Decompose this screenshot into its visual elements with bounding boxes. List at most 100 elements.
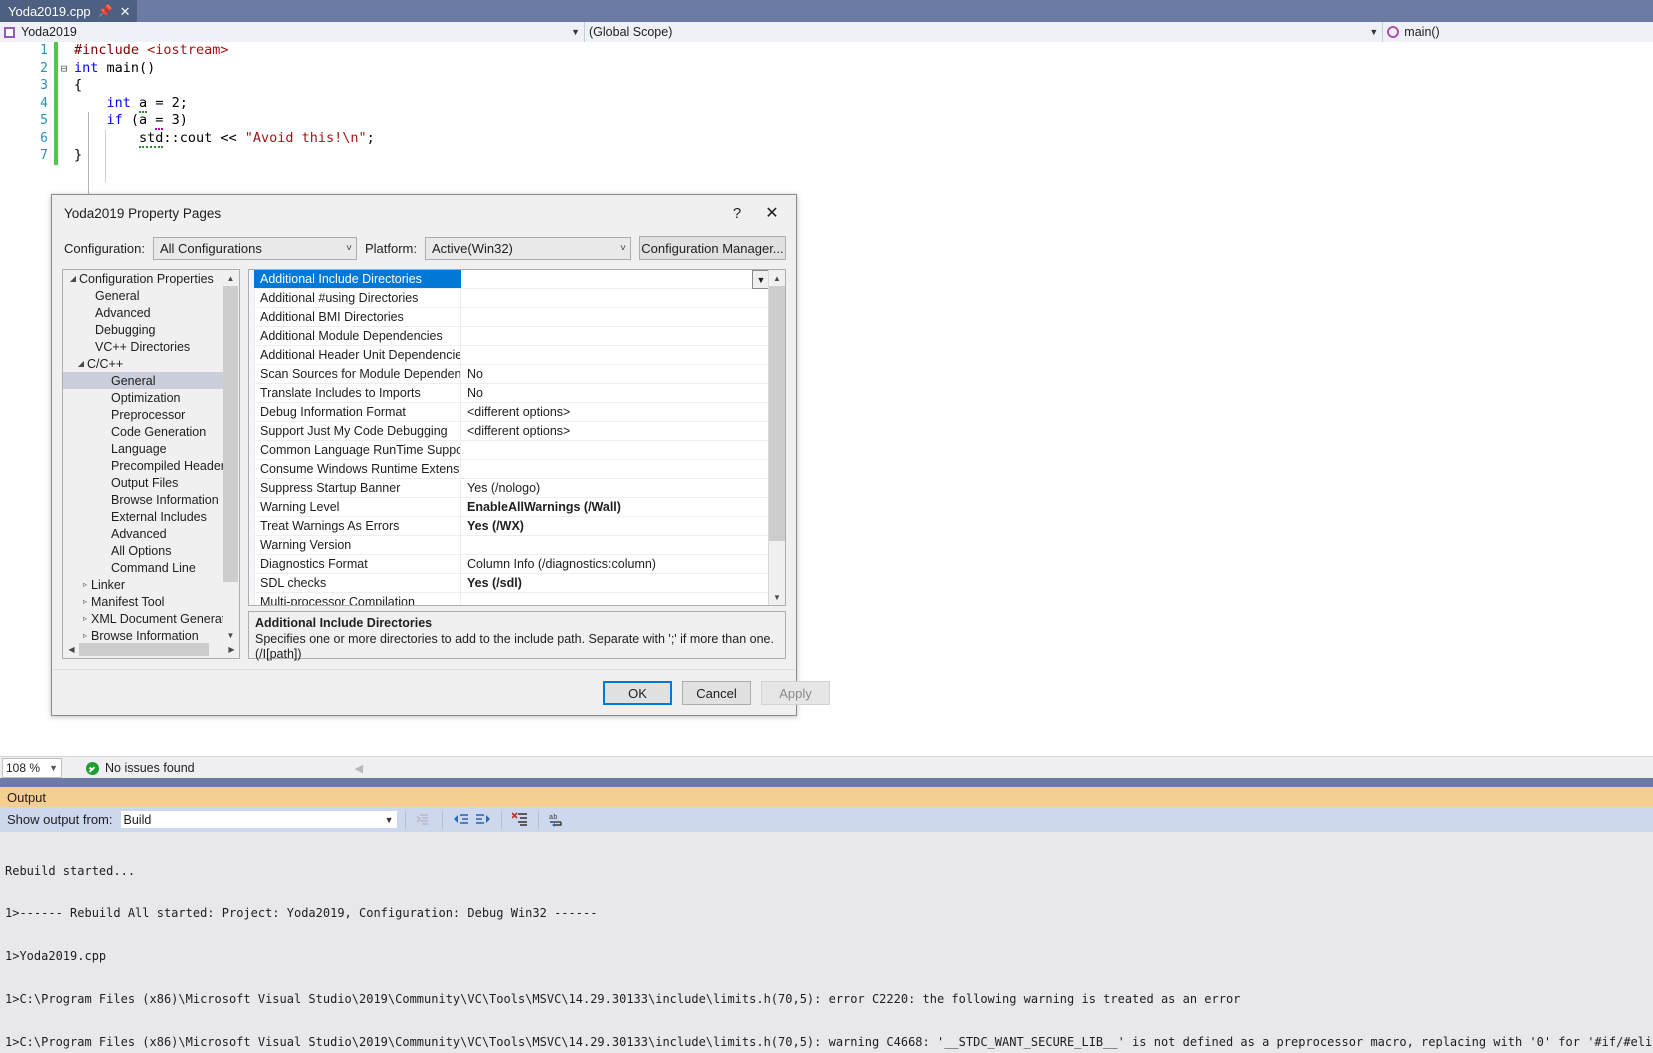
tree-item-language[interactable]: Language bbox=[63, 440, 223, 457]
question-mark-icon[interactable]: ? bbox=[722, 198, 752, 228]
property-value[interactable]: Yes (/sdl) bbox=[461, 574, 770, 592]
scrollbar-thumb[interactable] bbox=[79, 643, 209, 656]
property-value[interactable] bbox=[461, 460, 770, 478]
tree-item-c-cpp-general[interactable]: General bbox=[63, 372, 223, 389]
toggle-word-wrap-icon[interactable]: ab bbox=[546, 810, 568, 830]
property-row[interactable]: Scan Sources for Module DependenciesNo bbox=[254, 365, 770, 384]
tree-item-output-files[interactable]: Output Files bbox=[63, 474, 223, 491]
property-row[interactable]: Treat Warnings As Errors Yes (/WX) bbox=[254, 517, 770, 536]
tree-item-general[interactable]: General bbox=[63, 287, 223, 304]
property-row[interactable]: Additional Include Directories ▼ bbox=[254, 270, 770, 289]
property-row[interactable]: Warning Level EnableAllWarnings (/Wall) bbox=[254, 498, 770, 517]
tree-item-cpp-advanced[interactable]: Advanced bbox=[63, 525, 223, 542]
member-selector[interactable]: main() bbox=[1383, 22, 1653, 42]
property-value[interactable] bbox=[461, 593, 770, 605]
property-value[interactable]: <different options> bbox=[461, 422, 770, 440]
tree-item-vcpp-directories[interactable]: VC++ Directories bbox=[63, 338, 223, 355]
go-to-next-message-icon[interactable] bbox=[472, 810, 494, 830]
property-value[interactable]: EnableAllWarnings (/Wall) bbox=[461, 498, 770, 516]
scroll-up-icon[interactable]: ▲ bbox=[769, 270, 785, 286]
property-value[interactable] bbox=[461, 346, 770, 364]
property-row[interactable]: Common Language RunTime Support bbox=[254, 441, 770, 460]
project-selector[interactable]: Yoda2019 ▼ bbox=[0, 22, 585, 42]
go-to-previous-message-icon[interactable] bbox=[450, 810, 472, 830]
expander-icon[interactable]: ◢ bbox=[67, 274, 79, 283]
tree-item-debugging[interactable]: Debugging bbox=[63, 321, 223, 338]
expander-icon[interactable]: ▹ bbox=[79, 614, 91, 623]
zoom-level-selector[interactable]: 108 % ▼ bbox=[2, 758, 62, 778]
dialog-title-bar[interactable]: Yoda2019 Property Pages ? ✕ bbox=[52, 195, 796, 231]
property-row[interactable]: Diagnostics Format Column Info (/diagnost… bbox=[254, 555, 770, 574]
configuration-manager-button[interactable]: Configuration Manager... bbox=[638, 236, 786, 260]
tree-item-xml-document-generator[interactable]: ▹ XML Document Generator bbox=[63, 610, 223, 627]
property-row[interactable]: Warning Version bbox=[254, 536, 770, 555]
property-row[interactable]: Additional #using Directories bbox=[254, 289, 770, 308]
property-grid[interactable]: Additional Include Directories ▼ Additio… bbox=[254, 270, 770, 605]
property-tree-panel[interactable]: ◢ Configuration Properties General Advanc… bbox=[62, 269, 240, 659]
close-icon[interactable]: ✕ bbox=[752, 198, 792, 228]
tree-item-c-cpp[interactable]: ◢ C/C++ bbox=[63, 355, 223, 372]
property-row[interactable]: Additional Module Dependencies bbox=[254, 327, 770, 346]
property-tree[interactable]: ◢ Configuration Properties General Advanc… bbox=[63, 270, 223, 644]
close-icon[interactable]: ✕ bbox=[120, 5, 131, 18]
property-grid-panel[interactable]: Additional Include Directories ▼ Additio… bbox=[248, 269, 786, 606]
fold-marker[interactable]: ⊟ bbox=[58, 60, 70, 78]
property-row[interactable]: SDL checks Yes (/sdl) bbox=[254, 574, 770, 593]
property-value[interactable] bbox=[461, 327, 770, 345]
property-value[interactable]: Yes (/nologo) bbox=[461, 479, 770, 497]
tree-item-linker[interactable]: ▹ Linker bbox=[63, 576, 223, 593]
property-value[interactable] bbox=[461, 536, 770, 554]
property-value[interactable] bbox=[461, 308, 770, 326]
tree-item-precompiled-headers[interactable]: Precompiled Headers bbox=[63, 457, 223, 474]
tree-item-configuration-properties[interactable]: ◢ Configuration Properties bbox=[63, 270, 223, 287]
tree-item-optimization[interactable]: Optimization bbox=[63, 389, 223, 406]
pin-icon[interactable]: 📌 bbox=[98, 5, 113, 17]
scroll-up-icon[interactable]: ▲ bbox=[223, 271, 238, 286]
tree-item-manifest-tool[interactable]: ▹ Manifest Tool bbox=[63, 593, 223, 610]
tree-item-all-options[interactable]: All Options bbox=[63, 542, 223, 559]
tree-item-preprocessor[interactable]: Preprocessor bbox=[63, 406, 223, 423]
property-value[interactable] bbox=[461, 270, 770, 288]
tree-horizontal-scrollbar[interactable]: ◀ ▶ bbox=[64, 642, 239, 657]
property-row[interactable]: Consume Windows Runtime Extension bbox=[254, 460, 770, 479]
expander-icon[interactable]: ▹ bbox=[79, 631, 91, 640]
property-row[interactable]: Additional BMI Directories bbox=[254, 308, 770, 327]
property-row[interactable]: Additional Header Unit Dependencies bbox=[254, 346, 770, 365]
property-row[interactable]: Debug Information Format <different optio… bbox=[254, 403, 770, 422]
grid-vertical-scrollbar[interactable]: ▲ ▼ bbox=[768, 270, 785, 605]
issues-indicator[interactable]: No issues found bbox=[86, 761, 195, 775]
property-value[interactable] bbox=[461, 289, 770, 307]
property-value[interactable]: Column Info (/diagnostics:column) bbox=[461, 555, 770, 573]
clear-all-icon[interactable] bbox=[509, 810, 531, 830]
tree-vertical-scrollbar[interactable]: ▲ ▼ bbox=[223, 271, 238, 643]
scrollbar-thumb[interactable] bbox=[769, 286, 785, 541]
platform-select[interactable]: Active(Win32) ˅ bbox=[424, 236, 631, 260]
show-output-from-select[interactable]: Build ▼ bbox=[119, 810, 398, 829]
scroll-right-icon[interactable]: ▶ bbox=[224, 645, 239, 654]
find-message-icon[interactable] bbox=[413, 810, 435, 830]
output-log[interactable]: Rebuild started... 1>------ Rebuild All … bbox=[0, 832, 1653, 1053]
tree-item-code-generation[interactable]: Code Generation bbox=[63, 423, 223, 440]
expander-icon[interactable]: ▹ bbox=[79, 580, 91, 589]
expander-icon[interactable]: ▹ bbox=[79, 597, 91, 606]
collapse-left-icon[interactable]: ◀ bbox=[355, 762, 363, 775]
property-value[interactable]: <different options> bbox=[461, 403, 770, 421]
tree-item-external-includes[interactable]: External Includes bbox=[63, 508, 223, 525]
output-panel-header[interactable]: Output bbox=[0, 787, 1653, 807]
cancel-button[interactable]: Cancel bbox=[682, 681, 751, 705]
property-row[interactable]: Translate Includes to Imports No bbox=[254, 384, 770, 403]
property-value[interactable]: Yes (/WX) bbox=[461, 517, 770, 535]
scroll-down-icon[interactable]: ▼ bbox=[223, 628, 238, 643]
property-value[interactable]: No bbox=[461, 365, 770, 383]
property-value[interactable]: No bbox=[461, 384, 770, 402]
property-row[interactable]: Multi-processor Compilation bbox=[254, 593, 770, 605]
scroll-down-icon[interactable]: ▼ bbox=[769, 589, 785, 605]
configuration-select[interactable]: All Configurations ˅ bbox=[152, 236, 357, 260]
scroll-left-icon[interactable]: ◀ bbox=[64, 645, 79, 654]
tree-item-advanced[interactable]: Advanced bbox=[63, 304, 223, 321]
property-row[interactable]: Support Just My Code Debugging <different… bbox=[254, 422, 770, 441]
tree-item-browse-information[interactable]: Browse Information bbox=[63, 491, 223, 508]
tree-item-command-line[interactable]: Command Line bbox=[63, 559, 223, 576]
scope-selector[interactable]: (Global Scope) ▼ bbox=[585, 22, 1384, 42]
property-value[interactable] bbox=[461, 441, 770, 459]
